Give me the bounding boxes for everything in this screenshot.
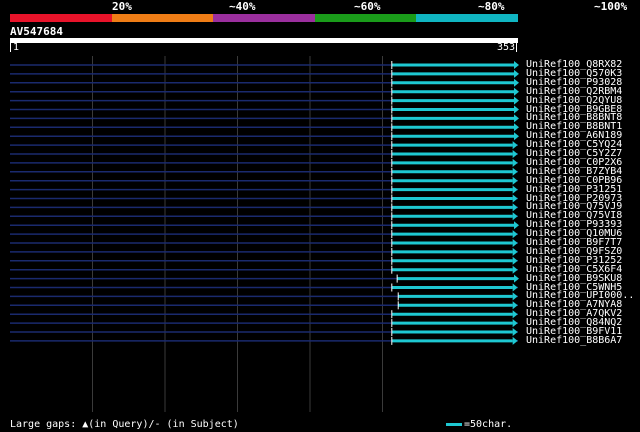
hit-arrow-icon — [514, 123, 519, 132]
hit-arrow-icon — [514, 105, 519, 114]
hit-arrow-icon — [512, 167, 518, 176]
hit-arrow-icon — [512, 247, 518, 256]
hit-arrow-icon — [512, 310, 518, 319]
hit-arrow-icon — [514, 69, 519, 78]
hit-arrow-icon — [512, 336, 518, 345]
hit-arrow-icon — [514, 274, 519, 283]
hit-arrow-icon — [512, 283, 518, 292]
hit-arrow-icon — [512, 158, 518, 167]
hit-arrow-icon — [514, 132, 519, 141]
hit-arrow-icon — [512, 328, 518, 336]
hit-arrow-icon — [512, 265, 518, 274]
hit-arrow-icon — [512, 256, 518, 265]
scale-legend: =50char. — [446, 419, 512, 430]
hit-arrow-icon — [514, 96, 519, 105]
hit-arrow-icon — [512, 150, 518, 158]
hit-arrow-icon — [512, 203, 518, 212]
hit-arrow-icon — [512, 141, 518, 150]
hit-arrow-icon — [512, 319, 518, 328]
scale-line — [446, 422, 462, 426]
hit-arrow-icon — [512, 176, 518, 185]
hit-arrow-icon — [514, 87, 519, 96]
hit-arrow-icon — [512, 185, 518, 194]
hit-arrow-icon — [514, 61, 519, 69]
hit-arrow-icon — [514, 114, 519, 123]
hit-arrow-icon — [512, 239, 518, 247]
hit-arrow-icon — [512, 212, 518, 221]
hit-arrow-icon — [512, 194, 518, 203]
hit-arrow-icon — [514, 221, 519, 230]
hit-arrow-icon — [512, 230, 518, 239]
scale-text: =50char. — [464, 419, 513, 430]
hit-label[interactable]: UniRef100_B8B6A7 — [526, 335, 622, 345]
gap-legend: Large gaps: ▲(in Query)/- (in Subject) — [10, 419, 239, 430]
hit-arrow-icon — [514, 78, 519, 87]
hit-arrow-icon — [512, 301, 518, 310]
hit-arrow-icon — [512, 292, 518, 301]
